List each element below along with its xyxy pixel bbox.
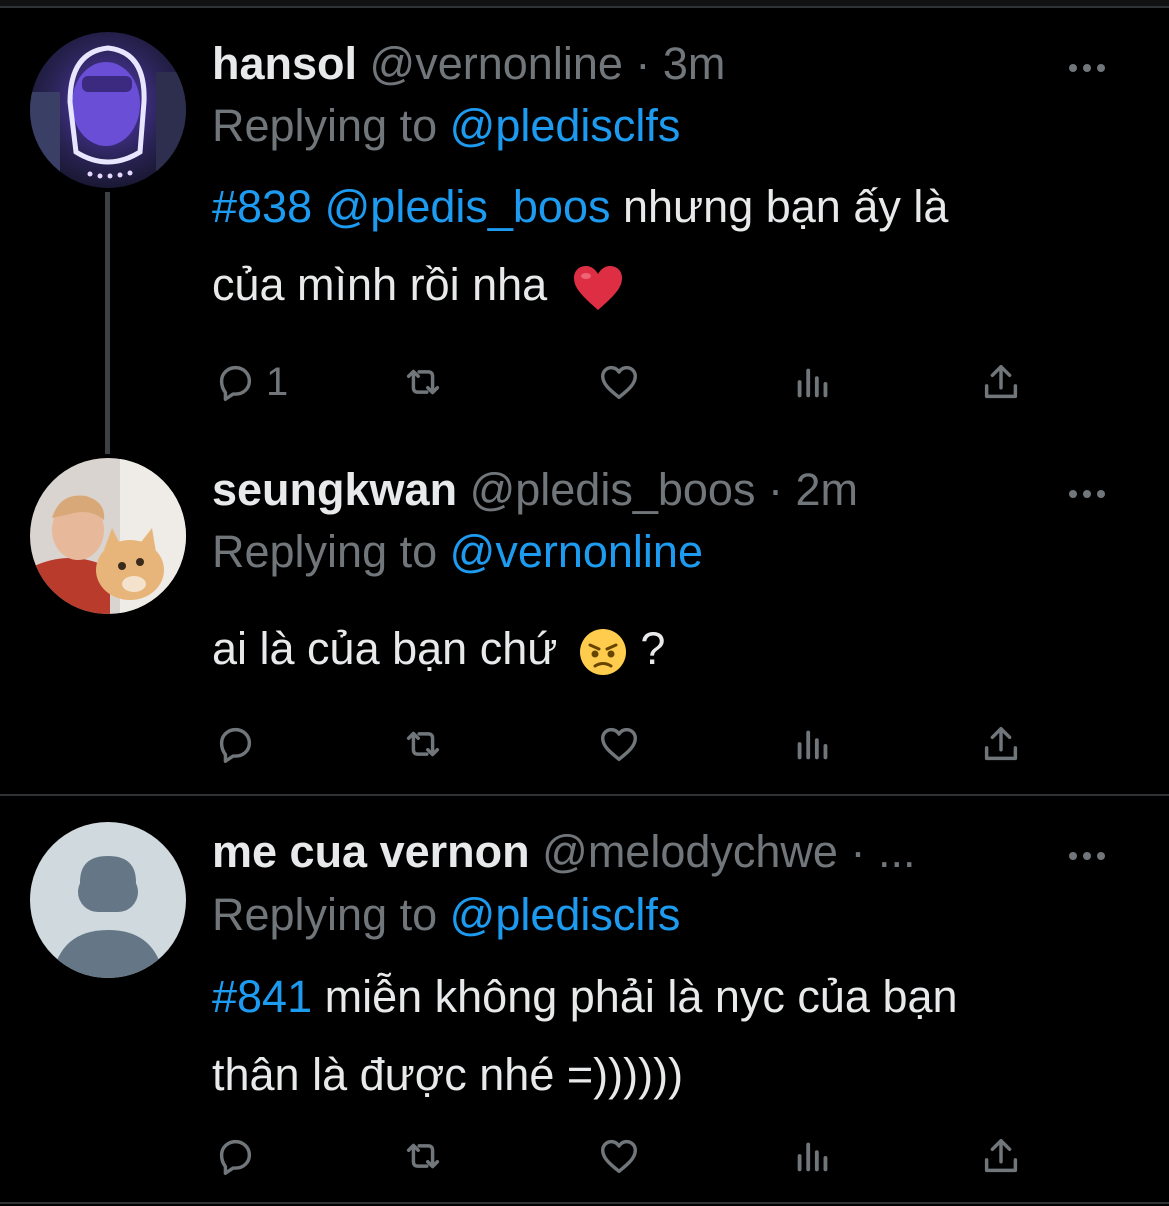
tweet-divider bbox=[0, 794, 1169, 796]
text-line-2: của mình rồi nha bbox=[212, 259, 548, 310]
reply-button[interactable] bbox=[212, 714, 258, 774]
tweet-header: me cua vernon @melodychwe · ... bbox=[212, 824, 1049, 880]
tweet-text: ai là của bạn chứ ? bbox=[212, 610, 1132, 688]
share-button[interactable] bbox=[978, 1126, 1024, 1186]
tweet-header: seungkwan @pledis_boos · 2m bbox=[212, 462, 1049, 518]
retweet-icon bbox=[406, 731, 440, 757]
share-icon bbox=[984, 1138, 1018, 1173]
text-line-2: thân là được nhé =)))))) bbox=[212, 1049, 684, 1100]
replying-handle[interactable]: @vernonline bbox=[450, 526, 703, 577]
share-button[interactable] bbox=[978, 714, 1024, 774]
bottom-divider bbox=[0, 1202, 1169, 1204]
angry-emoji bbox=[579, 629, 626, 676]
replying-to: Replying to @pledisclfs bbox=[212, 887, 680, 943]
like-button[interactable] bbox=[596, 714, 642, 774]
display-name[interactable]: hansol bbox=[212, 38, 357, 89]
retweet-icon bbox=[406, 1143, 440, 1169]
tweet-text: #841 miễn không phải là nyc của bạn thân… bbox=[212, 958, 1132, 1114]
user-handle[interactable]: @melodychwe bbox=[542, 826, 838, 877]
like-icon bbox=[600, 1139, 638, 1174]
text-line-1: miễn không phải là nyc của bạn bbox=[312, 971, 958, 1022]
replying-prefix: Replying to bbox=[212, 526, 438, 577]
replying-prefix: Replying to bbox=[212, 100, 438, 151]
display-name[interactable]: seungkwan bbox=[212, 464, 457, 515]
top-divider bbox=[0, 0, 1169, 8]
avatar-hansol[interactable] bbox=[30, 32, 186, 188]
reply-button[interactable] bbox=[212, 1126, 258, 1186]
replying-to: Replying to @pledisclfs bbox=[212, 98, 680, 154]
action-bar: 1 bbox=[212, 352, 1062, 412]
reply-icon bbox=[219, 727, 252, 763]
avatar-default[interactable] bbox=[30, 822, 186, 978]
display-name[interactable]: me cua vernon bbox=[212, 826, 530, 877]
more-icon[interactable] bbox=[1069, 56, 1109, 76]
avatar-seungkwan[interactable] bbox=[30, 458, 186, 614]
thread-line bbox=[105, 192, 110, 454]
retweet-button[interactable] bbox=[400, 352, 446, 412]
like-button[interactable] bbox=[596, 1126, 642, 1186]
views-icon bbox=[797, 730, 828, 760]
tweet-time[interactable]: · 3m bbox=[635, 38, 725, 89]
views-icon bbox=[797, 368, 828, 398]
heart-emoji bbox=[573, 266, 622, 311]
action-bar bbox=[212, 1126, 1062, 1186]
text-suffix: ? bbox=[627, 623, 666, 674]
views-icon bbox=[797, 1142, 828, 1172]
tweet-time[interactable]: · 2m bbox=[768, 464, 858, 515]
views-button[interactable] bbox=[790, 1126, 836, 1186]
reply-button[interactable]: 1 bbox=[212, 352, 288, 412]
retweet-icon bbox=[406, 369, 440, 395]
hashtag[interactable]: #838 bbox=[212, 181, 312, 232]
action-bar bbox=[212, 714, 1062, 774]
like-button[interactable] bbox=[596, 352, 642, 412]
share-icon bbox=[984, 726, 1018, 761]
user-handle[interactable]: @vernonline bbox=[370, 38, 623, 89]
text-line-1: ai là của bạn chứ bbox=[212, 623, 558, 674]
more-icon[interactable] bbox=[1069, 844, 1109, 864]
user-handle[interactable]: @pledis_boos bbox=[470, 464, 756, 515]
text-line-1: nhưng bạn ấy là bbox=[610, 181, 949, 232]
replying-handle[interactable]: @pledisclfs bbox=[450, 100, 681, 151]
reply-icon bbox=[219, 365, 252, 401]
replying-handle[interactable]: @pledisclfs bbox=[450, 889, 681, 940]
retweet-button[interactable] bbox=[400, 1126, 446, 1186]
retweet-button[interactable] bbox=[400, 714, 446, 774]
share-button[interactable] bbox=[978, 352, 1024, 412]
like-icon bbox=[600, 727, 638, 762]
reply-count: 1 bbox=[266, 359, 289, 404]
tweet-header: hansol @vernonline · 3m bbox=[212, 36, 1049, 92]
views-button[interactable] bbox=[790, 352, 836, 412]
replying-to: Replying to @vernonline bbox=[212, 524, 703, 580]
more-icon[interactable] bbox=[1069, 482, 1109, 502]
replying-prefix: Replying to bbox=[212, 889, 438, 940]
views-button[interactable] bbox=[790, 714, 836, 774]
like-icon bbox=[600, 365, 638, 400]
reply-icon bbox=[219, 1139, 252, 1175]
tweet-text: #838 @pledis_boos nhưng bạn ấy là của mì… bbox=[212, 168, 1132, 324]
hashtag[interactable]: #841 bbox=[212, 971, 312, 1022]
share-icon bbox=[984, 364, 1018, 399]
mention[interactable]: @pledis_boos bbox=[325, 181, 611, 232]
tweet-time[interactable]: · ... bbox=[850, 826, 915, 877]
